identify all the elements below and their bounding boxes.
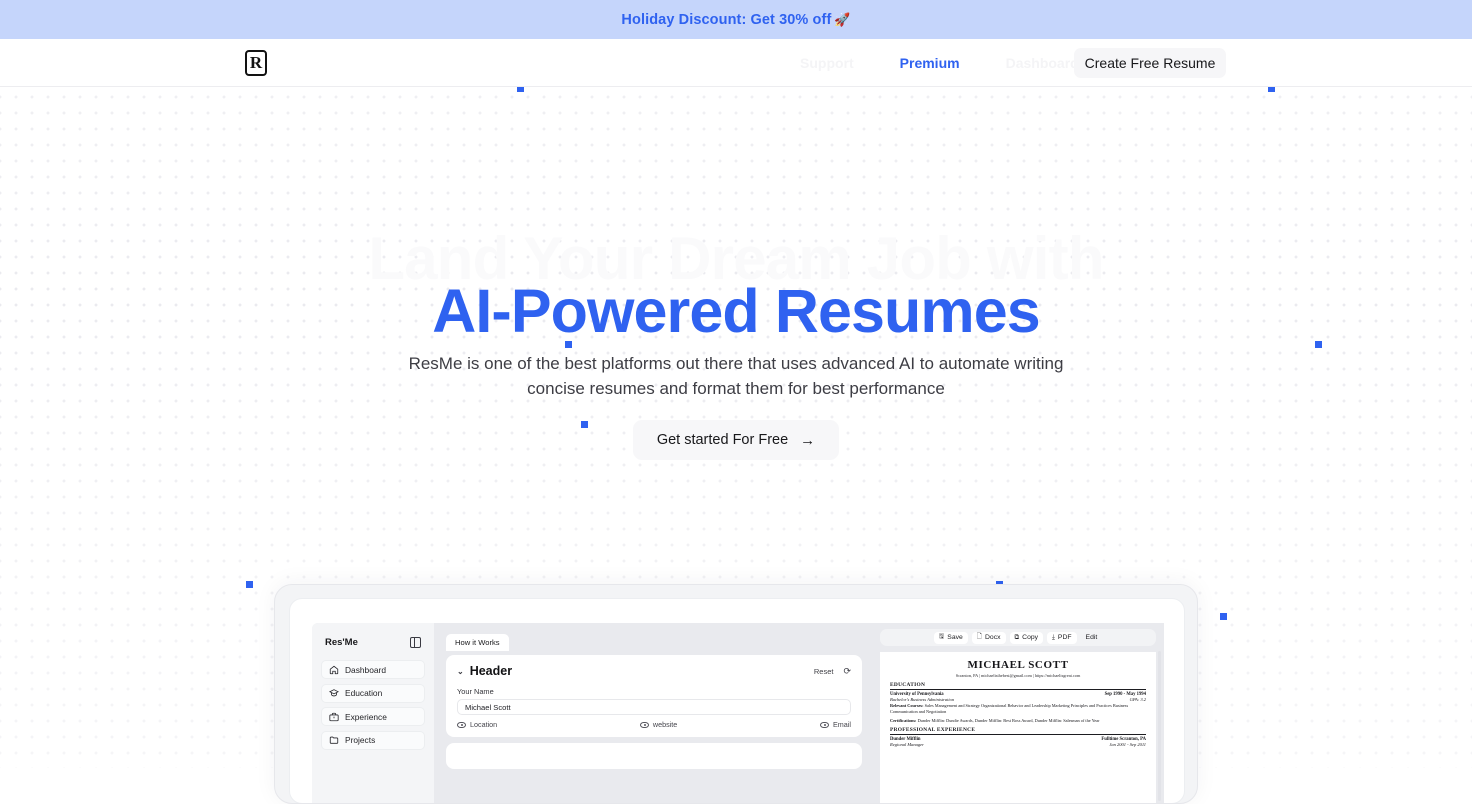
edit-button[interactable]: Edit xyxy=(1081,632,1103,644)
tab-how-it-works[interactable]: How it Works xyxy=(446,634,509,651)
next-section-card xyxy=(446,743,862,769)
field-website-label: website xyxy=(652,720,678,729)
sidebar-item-label: Dashboard xyxy=(345,664,386,675)
eye-icon xyxy=(457,721,466,728)
rocket-icon: 🚀 xyxy=(834,11,851,27)
resume-note-courses-label: Relevant Courses: xyxy=(890,702,924,708)
resume-note-certs-label: Certifications: xyxy=(890,718,917,724)
copy-button[interactable]: ⧉ Copy xyxy=(1009,631,1044,644)
sidebar-item-label: Projects xyxy=(345,735,376,745)
refresh-icon[interactable]: ⟳ xyxy=(843,666,851,677)
your-name-input[interactable]: Michael Scott xyxy=(457,699,851,715)
promo-banner[interactable]: Holiday Discount: Get 30% off 🚀 xyxy=(0,0,1472,39)
resume-entry-gpa: GPA: 3.2 xyxy=(1129,696,1146,702)
hero-title-line2: AI-Powered Resumes xyxy=(432,277,1040,345)
header-card-title-group[interactable]: ⌄ Header xyxy=(457,664,512,678)
sidebar-item-experience[interactable]: Experience xyxy=(321,707,425,726)
sidebar-item-label: Experience xyxy=(345,711,387,722)
arrow-right-icon: → xyxy=(800,431,816,449)
briefcase-icon xyxy=(329,712,339,721)
sidebar-item-label: Education xyxy=(345,688,383,698)
field-location-label: Location xyxy=(470,720,498,729)
document-icon: 🗋 xyxy=(976,633,983,640)
resume-note-courses: Relevant Courses: Sales Management and S… xyxy=(890,703,1146,715)
preview-toolbar: 🖫 Save 🗋 Docx ⧉ Copy ⤓ PDF Edit xyxy=(880,629,1156,646)
header-meta-row: Location website Email xyxy=(457,720,851,729)
sidebar-item-education[interactable]: Education xyxy=(321,683,425,703)
get-started-button[interactable]: Get started For Free → xyxy=(633,420,839,460)
mock-editor-column: How it Works ⌄ Header Reset ⟳ Your Name xyxy=(434,623,872,803)
resume-entry-subrow: Regional Manager Jan 2001 - Sep 2011 xyxy=(890,742,1146,747)
save-button[interactable]: 🖫 Save xyxy=(933,631,968,644)
field-email[interactable]: Email xyxy=(820,720,851,729)
download-icon: ⤓ xyxy=(1052,633,1055,641)
preview-scrollbar[interactable] xyxy=(1158,651,1161,801)
reset-button[interactable]: Reset xyxy=(814,667,834,676)
eye-icon xyxy=(639,721,649,728)
nav-link-dashboard[interactable]: Dashboard xyxy=(1006,55,1079,71)
copy-label: Copy xyxy=(1022,634,1039,641)
create-free-resume-button[interactable]: Create Free Resume xyxy=(1074,48,1226,78)
sidebar-item-dashboard[interactable]: Dashboard xyxy=(321,660,425,679)
docx-button[interactable]: 🗋 Docx xyxy=(971,631,1006,644)
your-name-label: Your Name xyxy=(457,687,494,696)
pdf-button[interactable]: ⤓ PDF xyxy=(1047,631,1077,644)
promo-banner-text: Holiday Discount: Get 30% off xyxy=(621,11,832,28)
chevron-down-icon[interactable]: ⌄ xyxy=(457,667,464,676)
copy-icon: ⧉ xyxy=(1014,633,1020,641)
resume-section-heading: PROFESSIONAL EXPERIENCE xyxy=(890,727,1146,735)
accent-square xyxy=(581,421,588,428)
resume-note-certs-text: Dunder Mifflin: Dundie Awards, Dunder Mi… xyxy=(916,718,1100,724)
resume-entry-dates: Jan 2001 - Sep 2011 xyxy=(1109,741,1146,747)
field-website[interactable]: website xyxy=(639,720,678,729)
mock-sidebar: Res'Me Dashboard Education Experience Pr… xyxy=(312,623,434,803)
mock-preview-column: 🖫 Save 🗋 Docx ⧉ Copy ⤓ PDF Edit MICHAEL … xyxy=(872,623,1164,803)
header-section-card: ⌄ Header Reset ⟳ Your Name Michael Scott xyxy=(446,655,862,737)
resume-section-heading: EDUCATION xyxy=(890,682,1146,690)
panel-toggle-icon[interactable] xyxy=(410,637,421,648)
app-preview-inner: Res'Me Dashboard Education Experience Pr… xyxy=(289,598,1185,803)
nav-link-support[interactable]: Support xyxy=(800,55,854,71)
accent-square xyxy=(1220,613,1227,620)
pdf-label: PDF xyxy=(1057,634,1072,641)
get-started-label: Get started For Free xyxy=(656,432,789,448)
resume-document: MICHAEL SCOTT Scranton, PA | michaelisth… xyxy=(880,652,1156,803)
navbar xyxy=(0,39,1472,87)
nav-link-premium[interactable]: Premium xyxy=(900,55,960,71)
app-preview-stage: Res'Me Dashboard Education Experience Pr… xyxy=(312,623,1164,803)
resume-contact: Scranton, PA | michaelisthebest@gmail.co… xyxy=(955,673,1081,678)
header-card-toolbar: ⌄ Header Reset ⟳ xyxy=(457,664,851,678)
save-icon: 🖫 xyxy=(938,633,945,640)
header-card-title: Header xyxy=(469,664,513,678)
mock-brand-label: Res'Me xyxy=(325,637,358,648)
sidebar-item-projects[interactable]: Projects xyxy=(321,730,425,750)
field-email-label: Email xyxy=(833,720,851,729)
accent-square xyxy=(246,581,253,588)
eye-icon xyxy=(820,721,829,728)
docx-label: Docx xyxy=(985,634,1001,641)
logo-icon[interactable]: R xyxy=(245,50,267,76)
resume-name: MICHAEL SCOTT xyxy=(967,659,1069,671)
nav-links: Support Premium Dashboard xyxy=(800,52,1080,74)
mock-sidebar-header: Res'Me xyxy=(321,633,425,648)
field-location[interactable]: Location xyxy=(457,720,497,729)
app-preview-frame: Res'Me Dashboard Education Experience Pr… xyxy=(274,584,1198,804)
resume-entry-subrow: Bachelor's Business Administration GPA: … xyxy=(890,697,1146,702)
resume-note-courses-text: Sales Management and Strategy Organizati… xyxy=(890,702,1129,714)
save-label: Save xyxy=(947,634,963,641)
resume-entry-degree: Bachelor's Business Administration xyxy=(890,696,955,702)
resume-entry-title: Regional Manager xyxy=(890,741,924,747)
graduation-cap-icon xyxy=(329,689,339,697)
hero-subtitle: ResMe is one of the best platforms out t… xyxy=(408,354,1064,398)
folder-icon xyxy=(329,736,339,744)
home-icon xyxy=(329,665,339,674)
header-card-actions: Reset ⟳ xyxy=(814,666,851,677)
